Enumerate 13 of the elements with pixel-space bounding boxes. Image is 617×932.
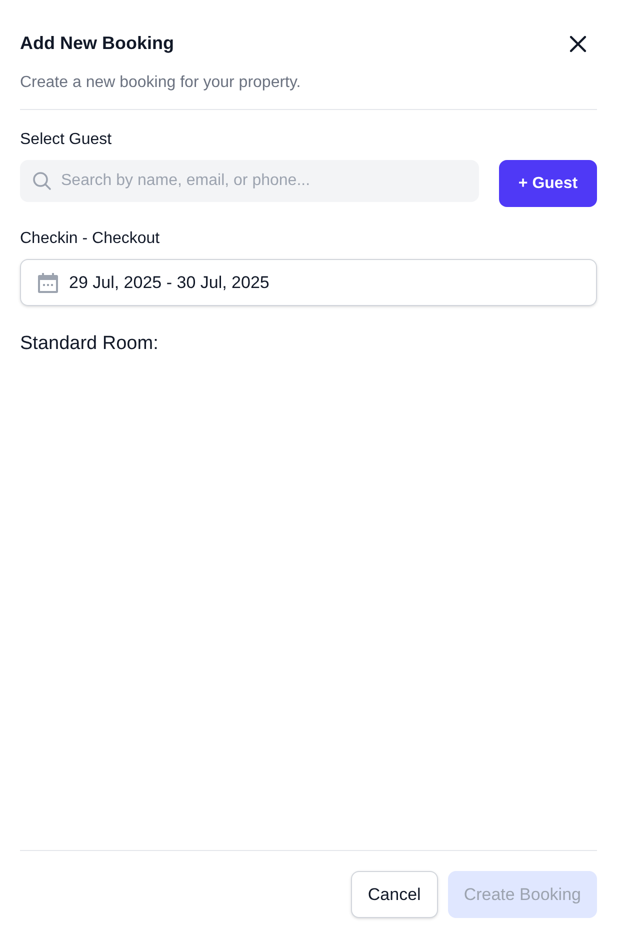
dialog-title: Add New Booking [20,32,174,55]
field-label: Checkin - Checkout [20,229,161,249]
search-field[interactable]: Search by name, email, or phone... [20,160,479,202]
cancel-button[interactable]: Cancel [350,871,438,918]
search-icon [32,171,52,191]
dialog-subtitle: Create a new booking for your property. [20,73,302,93]
close-icon[interactable] [569,34,587,52]
add-guest-button[interactable]: + Guest [499,160,597,207]
date-range-value: 29 Jul, 2025 - 30 Jul, 2025 [69,272,270,294]
date-range-field[interactable]: 29 Jul, 2025 - 30 Jul, 2025 [20,259,597,306]
calendar-icon [37,272,59,294]
room-heading: Standard Room: [20,332,160,356]
field-label: Select Guest [20,130,113,150]
